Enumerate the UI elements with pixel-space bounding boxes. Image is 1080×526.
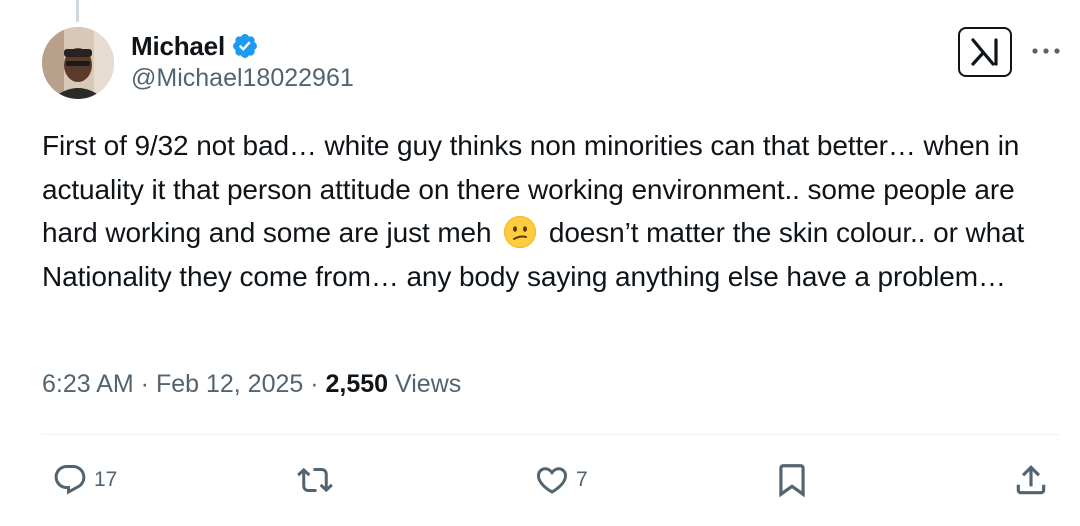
grok-button[interactable] (958, 27, 1012, 77)
name-row: Michael (131, 30, 354, 62)
bookmark-icon (779, 464, 805, 498)
avatar-photo (42, 27, 114, 99)
tweet-meta: 6:23 AM · Feb 12, 2025 · 2,550 Views (42, 370, 461, 399)
tweet: Michael @Michael18022961 First of 9/32 n… (0, 0, 1080, 526)
reply-button[interactable]: 17 (52, 455, 117, 505)
thread-line (76, 0, 79, 22)
divider (42, 434, 1060, 435)
like-button[interactable]: 7 (534, 455, 588, 505)
tweet-time[interactable]: 6:23 AM (42, 370, 134, 398)
handle[interactable]: @Michael18022961 (131, 64, 354, 93)
tweet-text: First of 9/32 not bad… white guy thinks … (42, 124, 1052, 298)
like-icon (536, 467, 568, 494)
confused-face-emoji-icon (503, 215, 537, 249)
tweet-date[interactable]: Feb 12, 2025 (156, 370, 303, 398)
author-info: Michael @Michael18022961 (131, 30, 354, 93)
views-label: Views (388, 370, 462, 398)
like-count: 7 (576, 468, 588, 491)
meta-separator: · (133, 370, 156, 398)
share-icon (1016, 465, 1046, 495)
reply-icon (54, 465, 86, 495)
views-count: 2,550 (325, 370, 389, 398)
meta-separator: · (303, 370, 326, 398)
action-bar: 17 7 (0, 455, 1080, 505)
display-name[interactable]: Michael (131, 31, 225, 62)
avatar[interactable] (42, 27, 114, 99)
verified-badge-icon[interactable] (231, 32, 259, 60)
share-button[interactable] (1012, 455, 1050, 505)
reply-count: 17 (94, 468, 118, 491)
grok-icon (971, 38, 998, 66)
repost-icon (297, 467, 333, 493)
repost-button[interactable] (297, 455, 339, 505)
more-icon (1032, 48, 1060, 54)
bookmark-button[interactable] (773, 455, 811, 505)
more-button[interactable] (1026, 36, 1066, 66)
